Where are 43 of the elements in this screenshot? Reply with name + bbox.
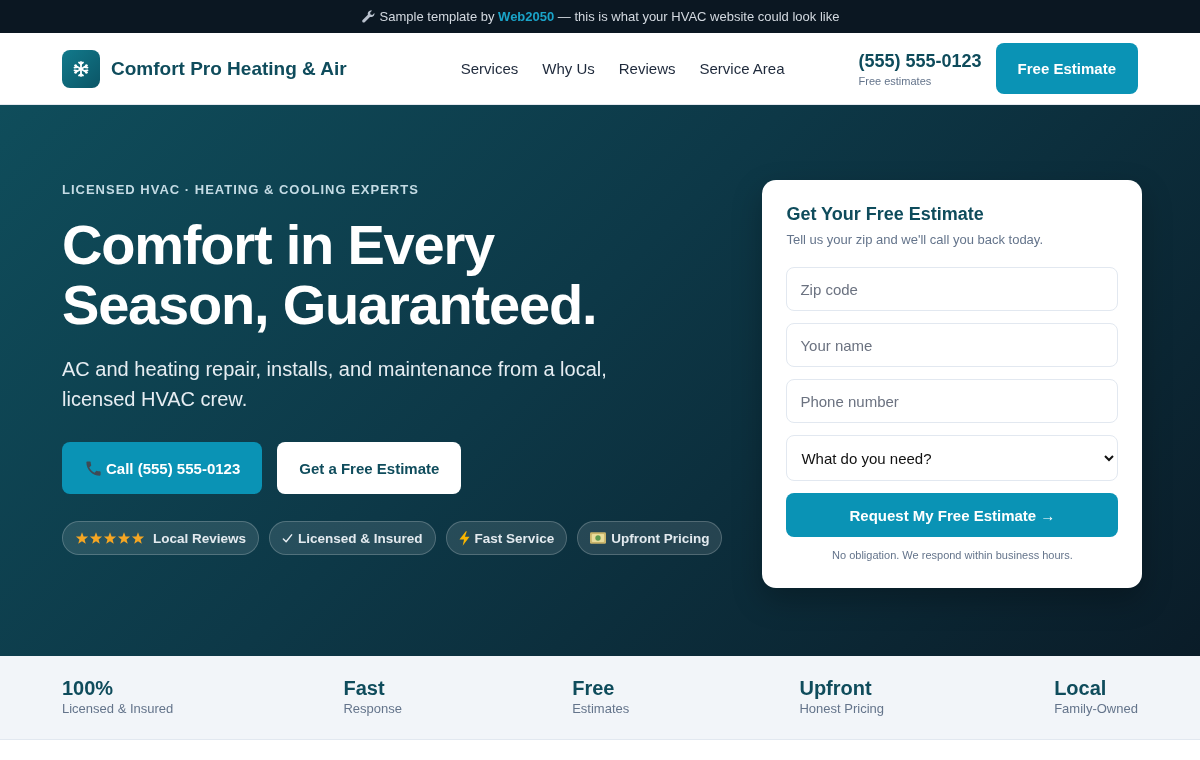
- nav-link[interactable]: Service Area: [699, 60, 785, 77]
- template-link[interactable]: Web2050: [498, 9, 555, 24]
- service-select[interactable]: What do you need?: [786, 435, 1119, 481]
- submit-button[interactable]: Request My Free Estimate →: [786, 493, 1119, 537]
- promo-text: Sample template by Web2050 — this is what your HVAC website could look like: [379, 9, 840, 24]
- badge-label: Upfront Pricing: [611, 530, 710, 546]
- form-note: No obligation. We respond within business hours.: [831, 548, 1074, 562]
- nav-link[interactable]: Why Us: [542, 60, 595, 77]
- hero-subtitle: AC and heating repair, installs, and maintenance from a local, licensed HVAC crew.: [62, 357, 608, 412]
- call-button[interactable]: Call (555) 555-0123: [62, 442, 263, 494]
- form-title: Get Your Free Estimate: [786, 203, 985, 225]
- stat-value: Upfront: [799, 676, 873, 700]
- input-field[interactable]: Phone number: [786, 379, 1119, 423]
- stat-value: Free: [572, 676, 616, 700]
- badge-label: Local Reviews: [153, 530, 247, 546]
- hero-heading: Comfort in Every Season, Guaranteed.: [62, 215, 598, 335]
- stat-label: Response: [343, 701, 402, 717]
- stat-label: Family-Owned: [1054, 701, 1138, 717]
- stat-value: Local: [1054, 676, 1108, 700]
- check-icon: [282, 532, 294, 544]
- badge-label: Licensed & Insured: [298, 530, 423, 546]
- brand-name: Comfort Pro Heating & Air: [111, 57, 347, 80]
- input-field[interactable]: Zip code: [786, 267, 1119, 311]
- input-field[interactable]: Your name: [786, 323, 1119, 367]
- phone-icon: [84, 458, 103, 478]
- stat-label: Estimates: [572, 701, 630, 717]
- banknote-icon: [590, 532, 607, 544]
- hero-eyebrow: LICENSED HVAC · HEATING & COOLING EXPERTS: [62, 182, 420, 198]
- lightning-bolt-icon: [458, 530, 470, 546]
- nav-link[interactable]: Reviews: [618, 60, 676, 77]
- wrench-icon: [360, 9, 376, 24]
- stat-value: 100%: [62, 676, 115, 700]
- phone-link[interactable]: (555) 555-0123: [858, 49, 982, 72]
- stat-label: Honest Pricing: [799, 701, 884, 717]
- stat-value: Fast: [343, 676, 386, 700]
- snowflake-logo-icon: [62, 49, 100, 88]
- nav-link[interactable]: Services: [460, 60, 519, 77]
- free-estimate-button[interactable]: Free Estimate: [995, 43, 1138, 94]
- stat-label: Licensed & Insured: [62, 701, 174, 717]
- phone-note: Free estimates: [858, 73, 933, 88]
- badge-label: Fast Service: [474, 530, 555, 546]
- estimate-button[interactable]: Get a Free Estimate: [277, 442, 462, 494]
- form-subtitle: Tell us your zip and we'll call you back today.: [786, 231, 1044, 249]
